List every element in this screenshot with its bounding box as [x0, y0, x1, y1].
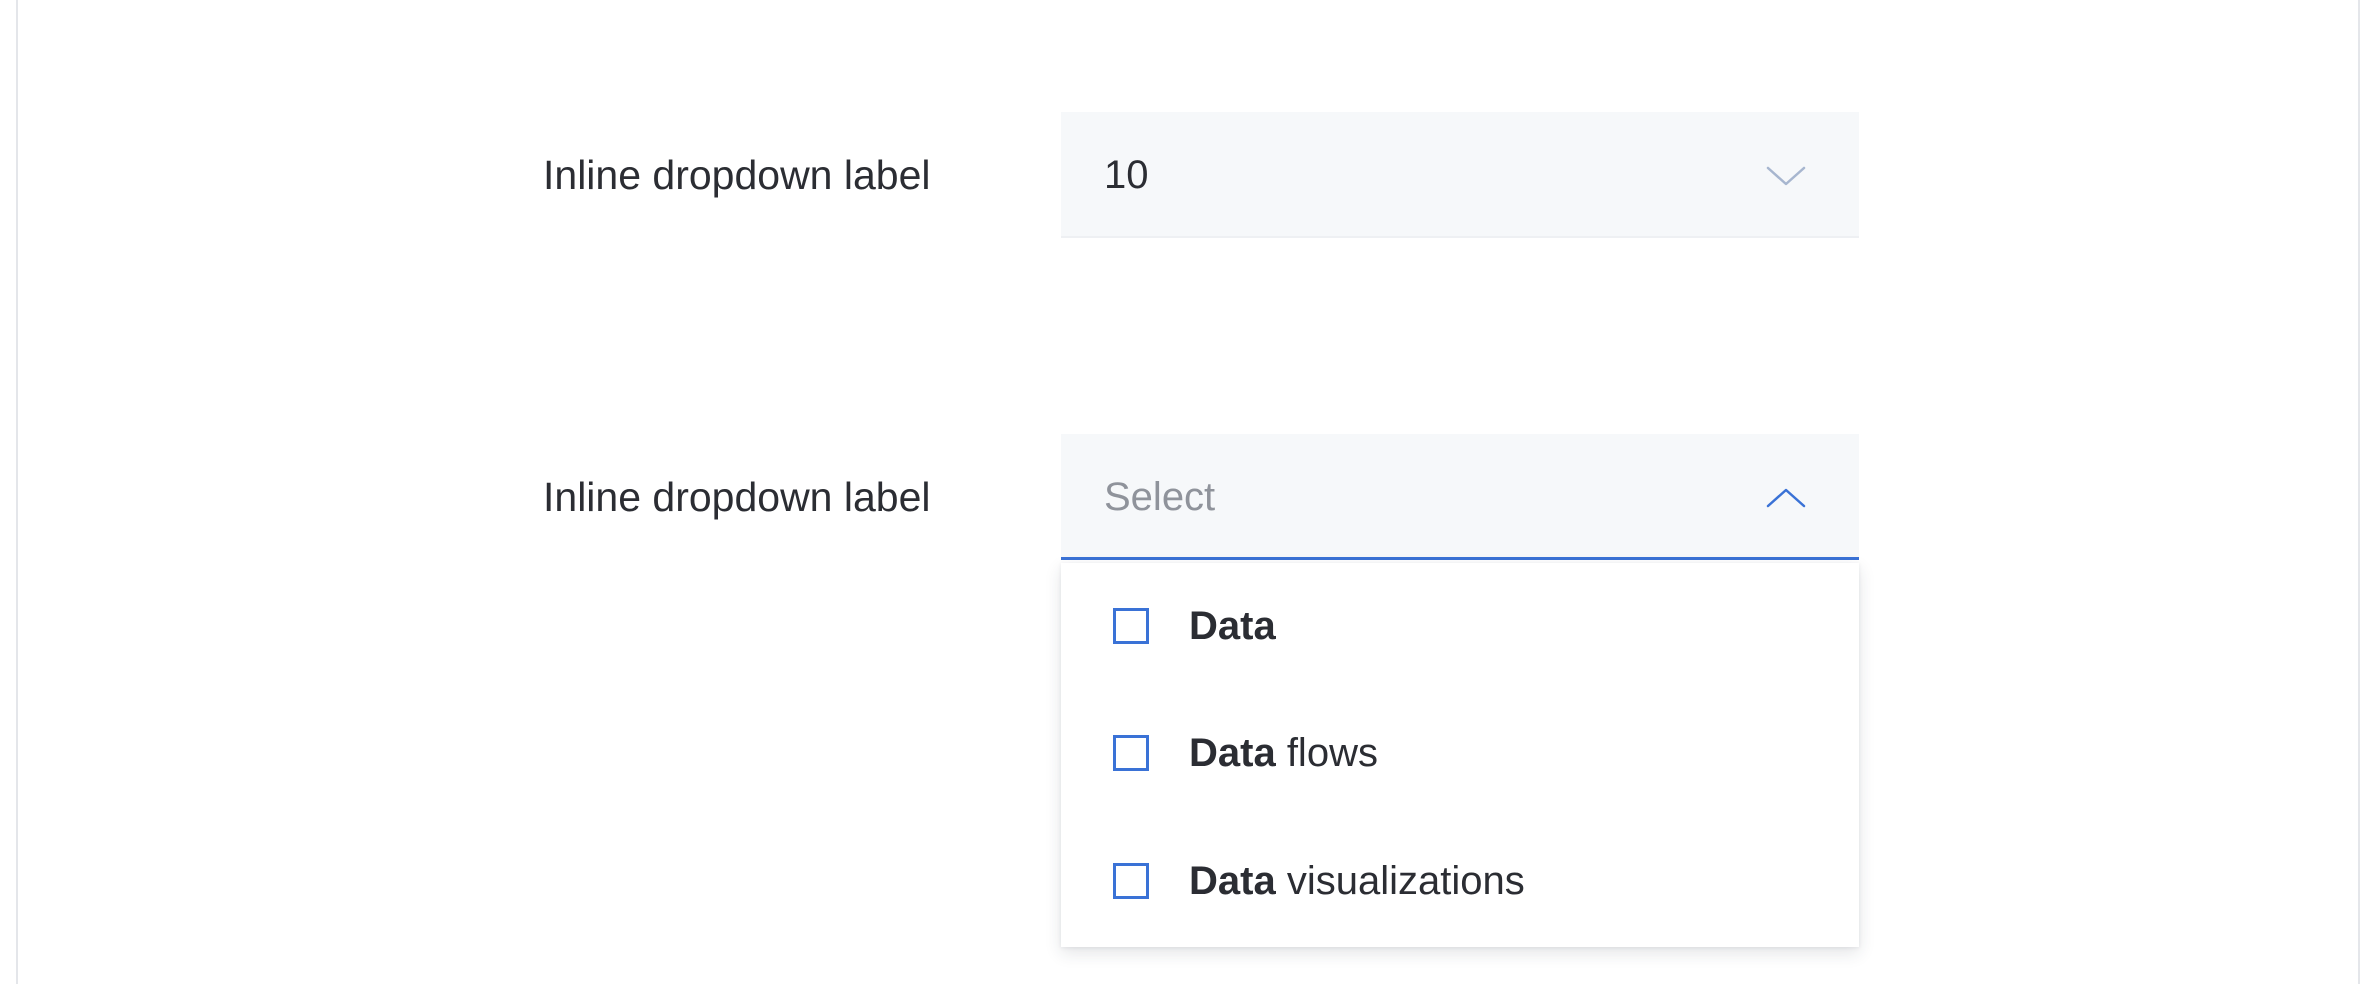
- dropdown-2[interactable]: Select: [1061, 434, 1859, 560]
- option-label: Data visualizations: [1189, 856, 1525, 906]
- chevron-down-icon: [1766, 166, 1806, 186]
- chevron-up-icon: [1766, 488, 1806, 508]
- option-match-text: Data: [1189, 604, 1276, 648]
- page: Inline dropdown label 10 Inline dropdown…: [0, 0, 2376, 984]
- option-match-text: Data: [1189, 859, 1276, 903]
- option-label: Data flows: [1189, 728, 1378, 778]
- dropdown-label-1: Inline dropdown label: [543, 152, 931, 198]
- dropdown-2-menu: Data Data flows Data visualizations: [1061, 563, 1859, 947]
- option-match-text: Data: [1189, 731, 1276, 775]
- option-checkbox[interactable]: [1113, 863, 1149, 899]
- dropdown-1[interactable]: 10: [1061, 112, 1859, 238]
- dropdown-option-data-visualizations[interactable]: Data visualizations: [1061, 818, 1859, 944]
- option-rest-text: visualizations: [1275, 859, 1525, 903]
- dropdown-label-2: Inline dropdown label: [543, 474, 931, 520]
- option-checkbox[interactable]: [1113, 735, 1149, 771]
- dropdown-option-data-flows[interactable]: Data flows: [1061, 690, 1859, 816]
- dropdown-2-placeholder: Select: [1104, 475, 1216, 519]
- dropdown-option-data[interactable]: Data: [1061, 563, 1859, 689]
- option-rest-text: flows: [1275, 731, 1378, 775]
- left-border: [16, 0, 18, 984]
- right-border: [2358, 0, 2360, 984]
- option-checkbox[interactable]: [1113, 608, 1149, 644]
- dropdown-1-value: 10: [1104, 153, 1149, 197]
- option-label: Data: [1189, 601, 1276, 651]
